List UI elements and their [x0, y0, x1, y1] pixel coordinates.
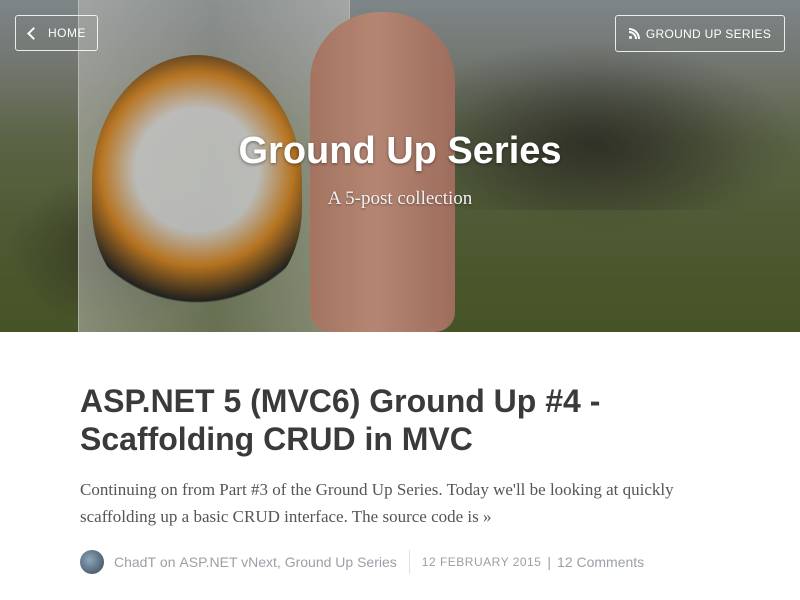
post-tags: ASP.NET vNext, Ground Up Series — [179, 554, 396, 570]
post-on-word: on — [159, 554, 176, 570]
date-separator: | — [547, 554, 552, 570]
home-button-label: HOME — [48, 26, 86, 40]
comments-link[interactable]: 12 Comments — [557, 554, 644, 570]
tag-link[interactable]: Ground Up Series — [285, 554, 397, 570]
page-subtitle: A 5-post collection — [327, 188, 473, 209]
rss-icon — [628, 28, 640, 39]
series-button-label: GROUND UP SERIES — [645, 26, 772, 41]
tag-separator: , — [276, 554, 285, 570]
post-title-link[interactable]: ASP.NET 5 (MVC6) Ground Up #4 - Scaffold… — [80, 382, 720, 458]
chevron-left-icon — [27, 26, 40, 40]
series-button[interactable]: GROUND UP SERIES — [615, 15, 785, 52]
home-button[interactable]: HOME — [15, 15, 98, 51]
post-meta: ChadT on ASP.NET vNext, Ground Up Series… — [80, 550, 720, 574]
post-item: ASP.NET 5 (MVC6) Ground Up #4 - Scaffold… — [80, 382, 720, 574]
meta-divider — [408, 550, 410, 574]
post-date: 12 FEBRUARY 2015 — [421, 555, 542, 569]
post-excerpt[interactable]: Continuing on from Part #3 of the Ground… — [80, 476, 720, 530]
post-author[interactable]: ChadT — [114, 554, 156, 570]
page-title: Ground Up Series — [238, 130, 562, 172]
hero-banner: HOME GROUND UP SERIES Ground Up Series A… — [0, 0, 800, 332]
tag-link[interactable]: ASP.NET vNext — [179, 554, 277, 570]
avatar[interactable] — [80, 550, 104, 574]
